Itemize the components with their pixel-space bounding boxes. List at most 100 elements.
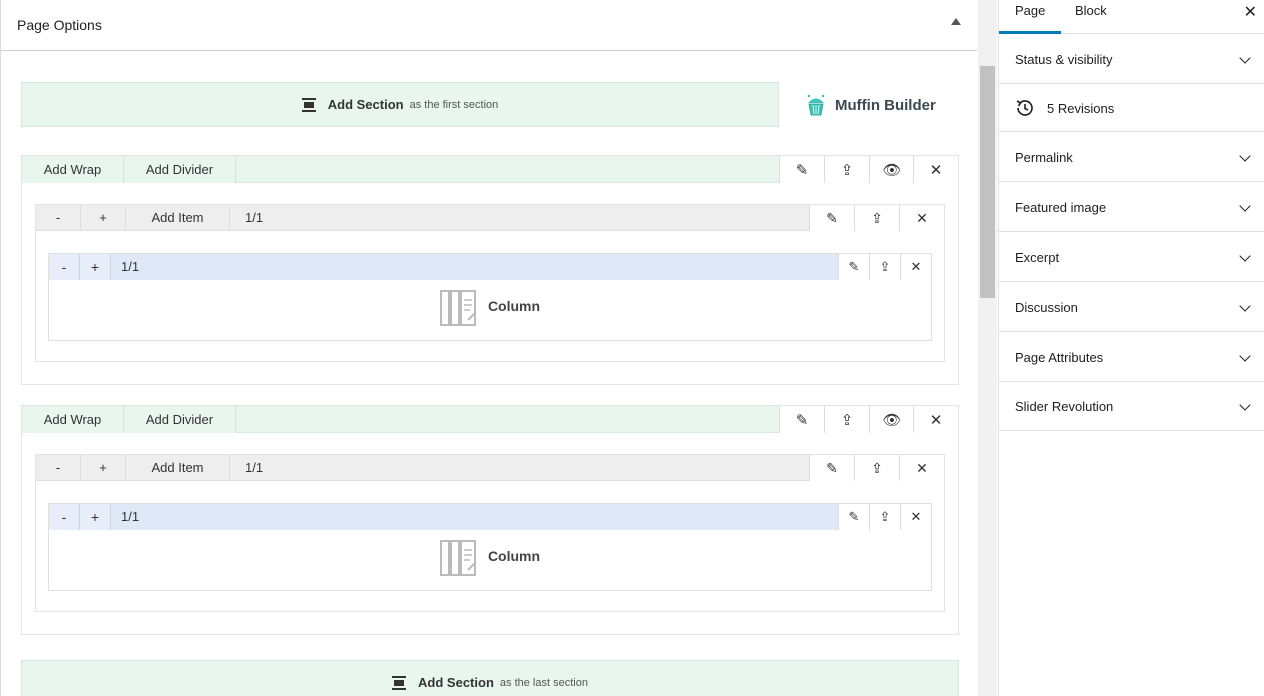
panel-title: Excerpt: [1015, 250, 1060, 265]
close-icon: ✕: [916, 209, 928, 226]
column-toolbar: - + 1/1 ✎ ⇪ ✕: [49, 254, 931, 280]
edit-section-button[interactable]: ✎: [779, 406, 824, 433]
hide-section-button[interactable]: 👁: [869, 406, 914, 433]
page-options-header[interactable]: Page Options: [1, 0, 977, 51]
collapse-arrow-icon[interactable]: [951, 18, 961, 25]
chevron-down-icon: [1239, 200, 1251, 212]
edit-wrap-button[interactable]: ✎: [809, 205, 854, 231]
pencil-icon: ✎: [848, 509, 860, 524]
add-section-label: Add Section: [327, 97, 404, 112]
add-wrap-button[interactable]: Add Wrap: [22, 406, 124, 433]
chevron-down-icon: [1239, 250, 1251, 262]
close-icon[interactable]: ✕: [1244, 2, 1257, 22]
builder-section: Add Wrap Add Divider ✎ ⇪ 👁 ✕ - + Add Ite…: [21, 405, 959, 635]
wrap-toolbar: - + Add Item 1/1 ✎ ⇪ ✕: [36, 205, 944, 231]
panel-title: Featured image: [1015, 200, 1107, 215]
edit-column-button[interactable]: ✎: [838, 504, 869, 530]
editor-scrollbar[interactable]: [978, 0, 997, 696]
tab-page[interactable]: Page: [999, 0, 1062, 34]
close-icon: ✕: [916, 459, 928, 476]
add-section-suffix: as the first section: [409, 98, 499, 111]
panel-title: Permalink: [1015, 150, 1073, 165]
delete-wrap-button[interactable]: ✕: [899, 205, 944, 231]
column-icon: [439, 290, 477, 326]
page-options-title: Page Options: [17, 17, 102, 33]
column-toolbar: - + 1/1 ✎ ⇪ ✕: [49, 504, 931, 530]
panel-page-attributes[interactable]: Page Attributes: [999, 332, 1264, 382]
column-decrease-button[interactable]: -: [49, 504, 80, 530]
editor-root: Page Options Add Section as the first se…: [0, 0, 1264, 696]
close-icon: ✕: [929, 161, 943, 179]
delete-section-button[interactable]: ✕: [913, 156, 958, 183]
add-wrap-button[interactable]: Add Wrap: [22, 156, 124, 183]
delete-section-button[interactable]: ✕: [913, 406, 958, 433]
builder-wrap: - + Add Item 1/1 ✎ ⇪ ✕ - + 1/1 ✎ ⇪ ✕ Col…: [35, 204, 945, 362]
add-first-section-button[interactable]: Add Section as the first section: [21, 82, 779, 127]
column-item[interactable]: Column: [49, 280, 931, 340]
edit-wrap-button[interactable]: ✎: [809, 455, 854, 481]
builder-column: - + 1/1 ✎ ⇪ ✕ Column: [48, 503, 932, 591]
panel-discussion[interactable]: Discussion: [999, 282, 1264, 332]
share-icon: ⇪: [879, 259, 891, 274]
delete-column-button[interactable]: ✕: [900, 254, 931, 280]
export-section-button[interactable]: ⇪: [824, 156, 869, 183]
export-column-button[interactable]: ⇪: [869, 254, 900, 280]
panel-status-visibility[interactable]: Status & visibility: [999, 34, 1264, 84]
tab-block[interactable]: Block: [1075, 0, 1107, 34]
column-size: 1/1: [121, 259, 140, 274]
hide-section-button[interactable]: 👁: [869, 156, 914, 183]
panel-featured-image[interactable]: Featured image: [999, 182, 1264, 232]
add-item-button[interactable]: Add Item: [126, 455, 230, 481]
export-wrap-button[interactable]: ⇪: [854, 455, 899, 481]
wrap-size: 1/1: [245, 460, 264, 475]
panel-title: Page Attributes: [1015, 350, 1104, 365]
eye-icon: 👁: [882, 161, 902, 179]
column-icon: [439, 540, 477, 576]
scrollbar-thumb[interactable]: [980, 66, 995, 298]
edit-section-button[interactable]: ✎: [779, 156, 824, 183]
share-icon: ⇪: [879, 509, 891, 524]
add-divider-button[interactable]: Add Divider: [124, 406, 236, 433]
wrap-increase-button[interactable]: +: [81, 455, 126, 481]
pencil-icon: ✎: [826, 459, 838, 476]
pencil-icon: ✎: [795, 411, 809, 429]
revisions-label: 5 Revisions: [1047, 101, 1115, 116]
delete-column-button[interactable]: ✕: [900, 504, 931, 530]
panel-title: Slider Revolution: [1015, 399, 1114, 414]
wrap-decrease-button[interactable]: -: [36, 205, 81, 231]
add-divider-button[interactable]: Add Divider: [124, 156, 236, 183]
export-column-button[interactable]: ⇪: [869, 504, 900, 530]
add-item-button[interactable]: Add Item: [126, 205, 230, 231]
close-icon: ✕: [910, 509, 922, 524]
export-wrap-button[interactable]: ⇪: [854, 205, 899, 231]
history-icon: [1016, 100, 1033, 116]
builder-wrap: - + Add Item 1/1 ✎ ⇪ ✕ - + 1/1 ✎ ⇪ ✕ Col…: [35, 454, 945, 612]
delete-wrap-button[interactable]: ✕: [899, 455, 944, 481]
column-increase-button[interactable]: +: [80, 504, 111, 530]
column-label: Column: [487, 298, 541, 314]
chevron-down-icon: [1239, 300, 1251, 312]
share-icon: ⇪: [871, 459, 883, 476]
add-section-label: Add Section: [418, 675, 494, 690]
section-icon: [301, 97, 316, 112]
column-item[interactable]: Column: [49, 530, 931, 590]
share-icon: ⇪: [840, 161, 854, 179]
column-increase-button[interactable]: +: [80, 254, 111, 280]
pencil-icon: ✎: [848, 259, 860, 274]
wrap-toolbar: - + Add Item 1/1 ✎ ⇪ ✕: [36, 455, 944, 481]
edit-column-button[interactable]: ✎: [838, 254, 869, 280]
share-icon: ⇪: [840, 411, 854, 429]
panel-slider-revolution[interactable]: Slider Revolution: [999, 381, 1264, 431]
column-decrease-button[interactable]: -: [49, 254, 80, 280]
panel-revisions[interactable]: 5 Revisions: [999, 84, 1264, 132]
wrap-decrease-button[interactable]: -: [36, 455, 81, 481]
share-icon: ⇪: [871, 209, 883, 226]
export-section-button[interactable]: ⇪: [824, 406, 869, 433]
add-last-section-button[interactable]: Add Section as the last section: [21, 660, 959, 696]
muffin-icon: [807, 94, 825, 116]
wrap-increase-button[interactable]: +: [81, 205, 126, 231]
close-icon: ✕: [910, 259, 922, 274]
wrap-size: 1/1: [245, 210, 264, 225]
panel-excerpt[interactable]: Excerpt: [999, 232, 1264, 282]
panel-permalink[interactable]: Permalink: [999, 132, 1264, 182]
